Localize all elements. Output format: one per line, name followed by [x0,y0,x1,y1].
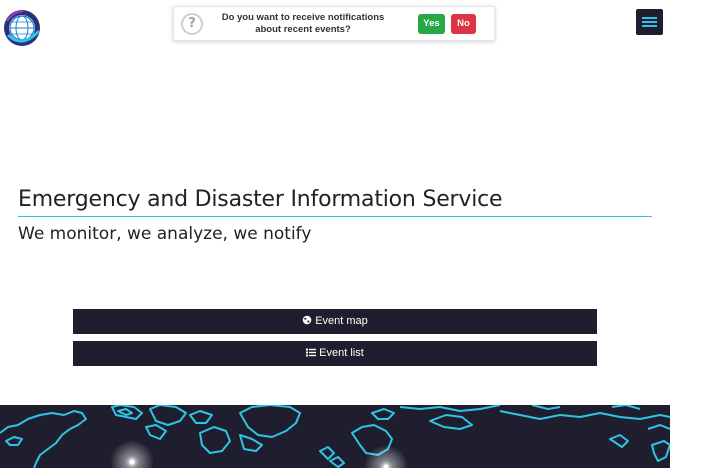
world-map[interactable] [0,405,670,468]
list-icon [306,348,317,357]
yes-button[interactable]: Yes [418,14,445,34]
hamburger-menu-icon [642,17,657,19]
title-divider [18,216,652,217]
notification-message: Do you want to receive notifications abo… [221,12,385,35]
event-list-label: Event list [319,347,364,359]
menu-button[interactable] [636,9,663,35]
event-list-button[interactable]: Event list [73,341,597,366]
event-map-button[interactable]: Event map [73,309,597,334]
notification-prompt: ? Do you want to receive notifications a… [173,6,495,41]
globe-logo-icon[interactable] [3,9,41,47]
globe-icon [302,315,312,325]
event-map-label: Event map [315,315,368,327]
page: ? Do you want to receive notifications a… [0,0,702,468]
page-title: Emergency and Disaster Information Servi… [18,187,503,212]
no-button[interactable]: No [451,14,476,34]
page-subtitle: We monitor, we analyze, we notify [18,224,312,244]
world-map-graphic [0,405,670,468]
question-circle-icon: ? [181,13,203,35]
